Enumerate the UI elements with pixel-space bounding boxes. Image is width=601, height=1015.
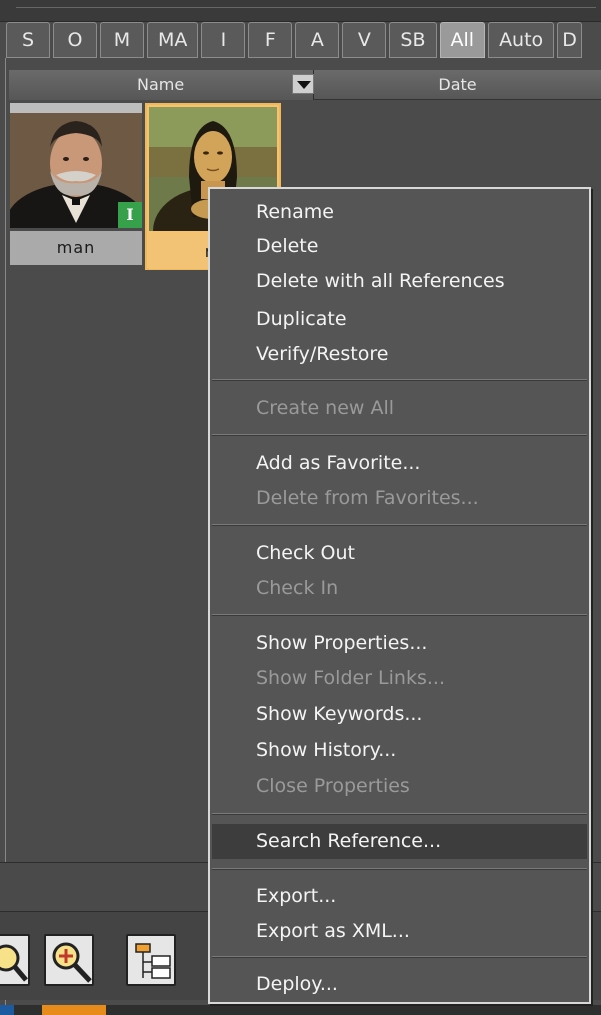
tab-a[interactable]: A [295, 22, 340, 58]
menu-item-export-xml[interactable]: Export as XML... [212, 914, 587, 949]
zoom-in-button[interactable] [44, 934, 94, 986]
menu-item-close-properties: Close Properties [256, 775, 410, 797]
asset-thumbnail-man[interactable]: I man [10, 103, 142, 268]
menu-separator [212, 614, 587, 616]
menu-item-rename[interactable]: Rename [212, 195, 587, 230]
menu-item-check-out[interactable]: Check Out [212, 536, 587, 571]
tab-s[interactable]: S [6, 22, 50, 58]
menu-item-create-new-all: Create new All [256, 397, 395, 419]
menu-separator [212, 434, 587, 436]
menu-item-check-in: Check In [256, 577, 339, 599]
menu-item-duplicate[interactable]: Duplicate [212, 302, 587, 337]
menu-item-search-reference[interactable]: Search Reference... [212, 824, 587, 859]
thumbnail-caption: man [10, 231, 142, 265]
menu-item-show-properties[interactable]: Show Properties... [212, 626, 587, 661]
menu-separator [212, 956, 587, 958]
menu-separator [212, 868, 587, 870]
zoom-in-icon [52, 942, 92, 983]
menu-item-export[interactable]: Export... [212, 879, 587, 914]
tree-view-button[interactable] [126, 934, 176, 986]
tab-f[interactable]: F [248, 22, 293, 58]
tab-all[interactable]: All [439, 22, 486, 58]
menu-item-delete[interactable]: Delete [212, 229, 587, 264]
thumbnail-top-strip [10, 103, 142, 113]
tab-ma[interactable]: MA [147, 22, 199, 58]
menu-item-delete-favorites: Delete from Favorites... [256, 487, 479, 509]
menu-separator [212, 379, 587, 381]
menu-separator [212, 524, 587, 526]
menu-item-verify-restore[interactable]: Verify/Restore [212, 337, 587, 372]
sort-dropdown-icon[interactable] [292, 74, 314, 94]
tab-o[interactable]: O [53, 22, 97, 58]
image-type-badge: I [118, 202, 142, 228]
bottom-status-bar [0, 1005, 601, 1015]
column-header: Name Date [9, 70, 601, 100]
tab-i[interactable]: I [201, 22, 246, 58]
asset-browser: S O M MA I F A V SB All Auto D Name Date [0, 0, 601, 1015]
top-strip [0, 0, 601, 22]
name-column-label: Name [137, 75, 185, 94]
tree-view-icon [135, 943, 171, 979]
menu-item-show-history[interactable]: Show History... [212, 733, 587, 768]
context-menu: Rename Delete Delete with all References… [208, 187, 591, 1004]
tab-v[interactable]: V [342, 22, 387, 58]
filter-tabs: S O M MA I F A V SB All Auto D [6, 22, 582, 58]
menu-item-deploy[interactable]: Deploy... [212, 967, 587, 1002]
menu-item-show-folder-links: Show Folder Links... [256, 667, 445, 689]
zoom-out-button[interactable] [0, 934, 30, 986]
tab-auto[interactable]: Auto [488, 22, 555, 58]
tab-d[interactable]: D [557, 22, 582, 58]
zoom-out-icon [0, 944, 28, 982]
menu-item-delete-with-references[interactable]: Delete with all References [212, 264, 587, 299]
menu-item-show-keywords[interactable]: Show Keywords... [212, 697, 587, 732]
tab-m[interactable]: M [100, 22, 144, 58]
name-column-header[interactable]: Name [9, 70, 314, 100]
tab-sb[interactable]: SB [389, 22, 437, 58]
menu-separator [212, 813, 587, 815]
date-column-header[interactable]: Date [314, 70, 601, 99]
menu-item-add-favorite[interactable]: Add as Favorite... [212, 446, 587, 481]
